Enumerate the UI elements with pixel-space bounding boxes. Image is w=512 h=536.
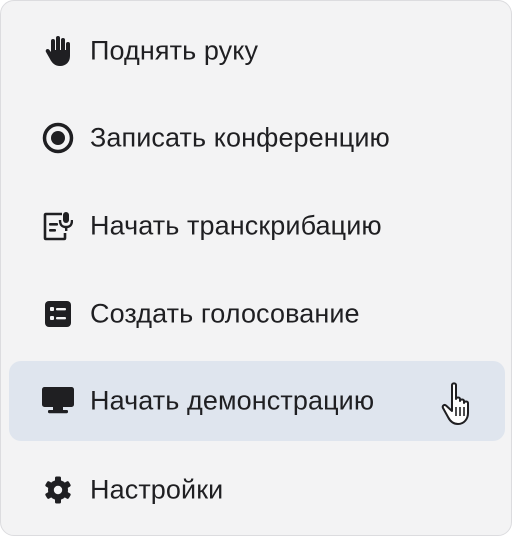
- menu-item-label: Настройки: [90, 474, 224, 505]
- menu-item-label: Поднять руку: [90, 35, 259, 66]
- menu-item-poll[interactable]: Создать голосование: [9, 274, 505, 354]
- screen-share-icon: [41, 384, 75, 418]
- record-icon: [41, 121, 75, 155]
- raise-hand-icon: [41, 34, 75, 68]
- menu-item-record[interactable]: Записать конференцию: [9, 98, 505, 178]
- settings-icon: [41, 473, 75, 507]
- menu-item-transcribe[interactable]: Начать транскрибацию: [9, 186, 505, 266]
- menu-item-settings[interactable]: Настройки: [9, 450, 505, 530]
- menu-item-label: Начать транскрибацию: [90, 210, 382, 241]
- menu-item-label: Записать конференцию: [90, 122, 390, 153]
- menu-item-label: Начать демонстрацию: [90, 385, 375, 416]
- context-menu: Поднять руку Записать конференцию Начать…: [0, 0, 512, 536]
- menu-item-raise-hand[interactable]: Поднять руку: [9, 11, 505, 91]
- menu-item-screen-share[interactable]: Начать демонстрацию: [9, 361, 505, 441]
- pointer-hand-cursor-icon: [439, 381, 479, 427]
- transcribe-icon: [41, 209, 75, 243]
- poll-icon: [41, 297, 75, 331]
- menu-item-label: Создать голосование: [90, 298, 360, 329]
